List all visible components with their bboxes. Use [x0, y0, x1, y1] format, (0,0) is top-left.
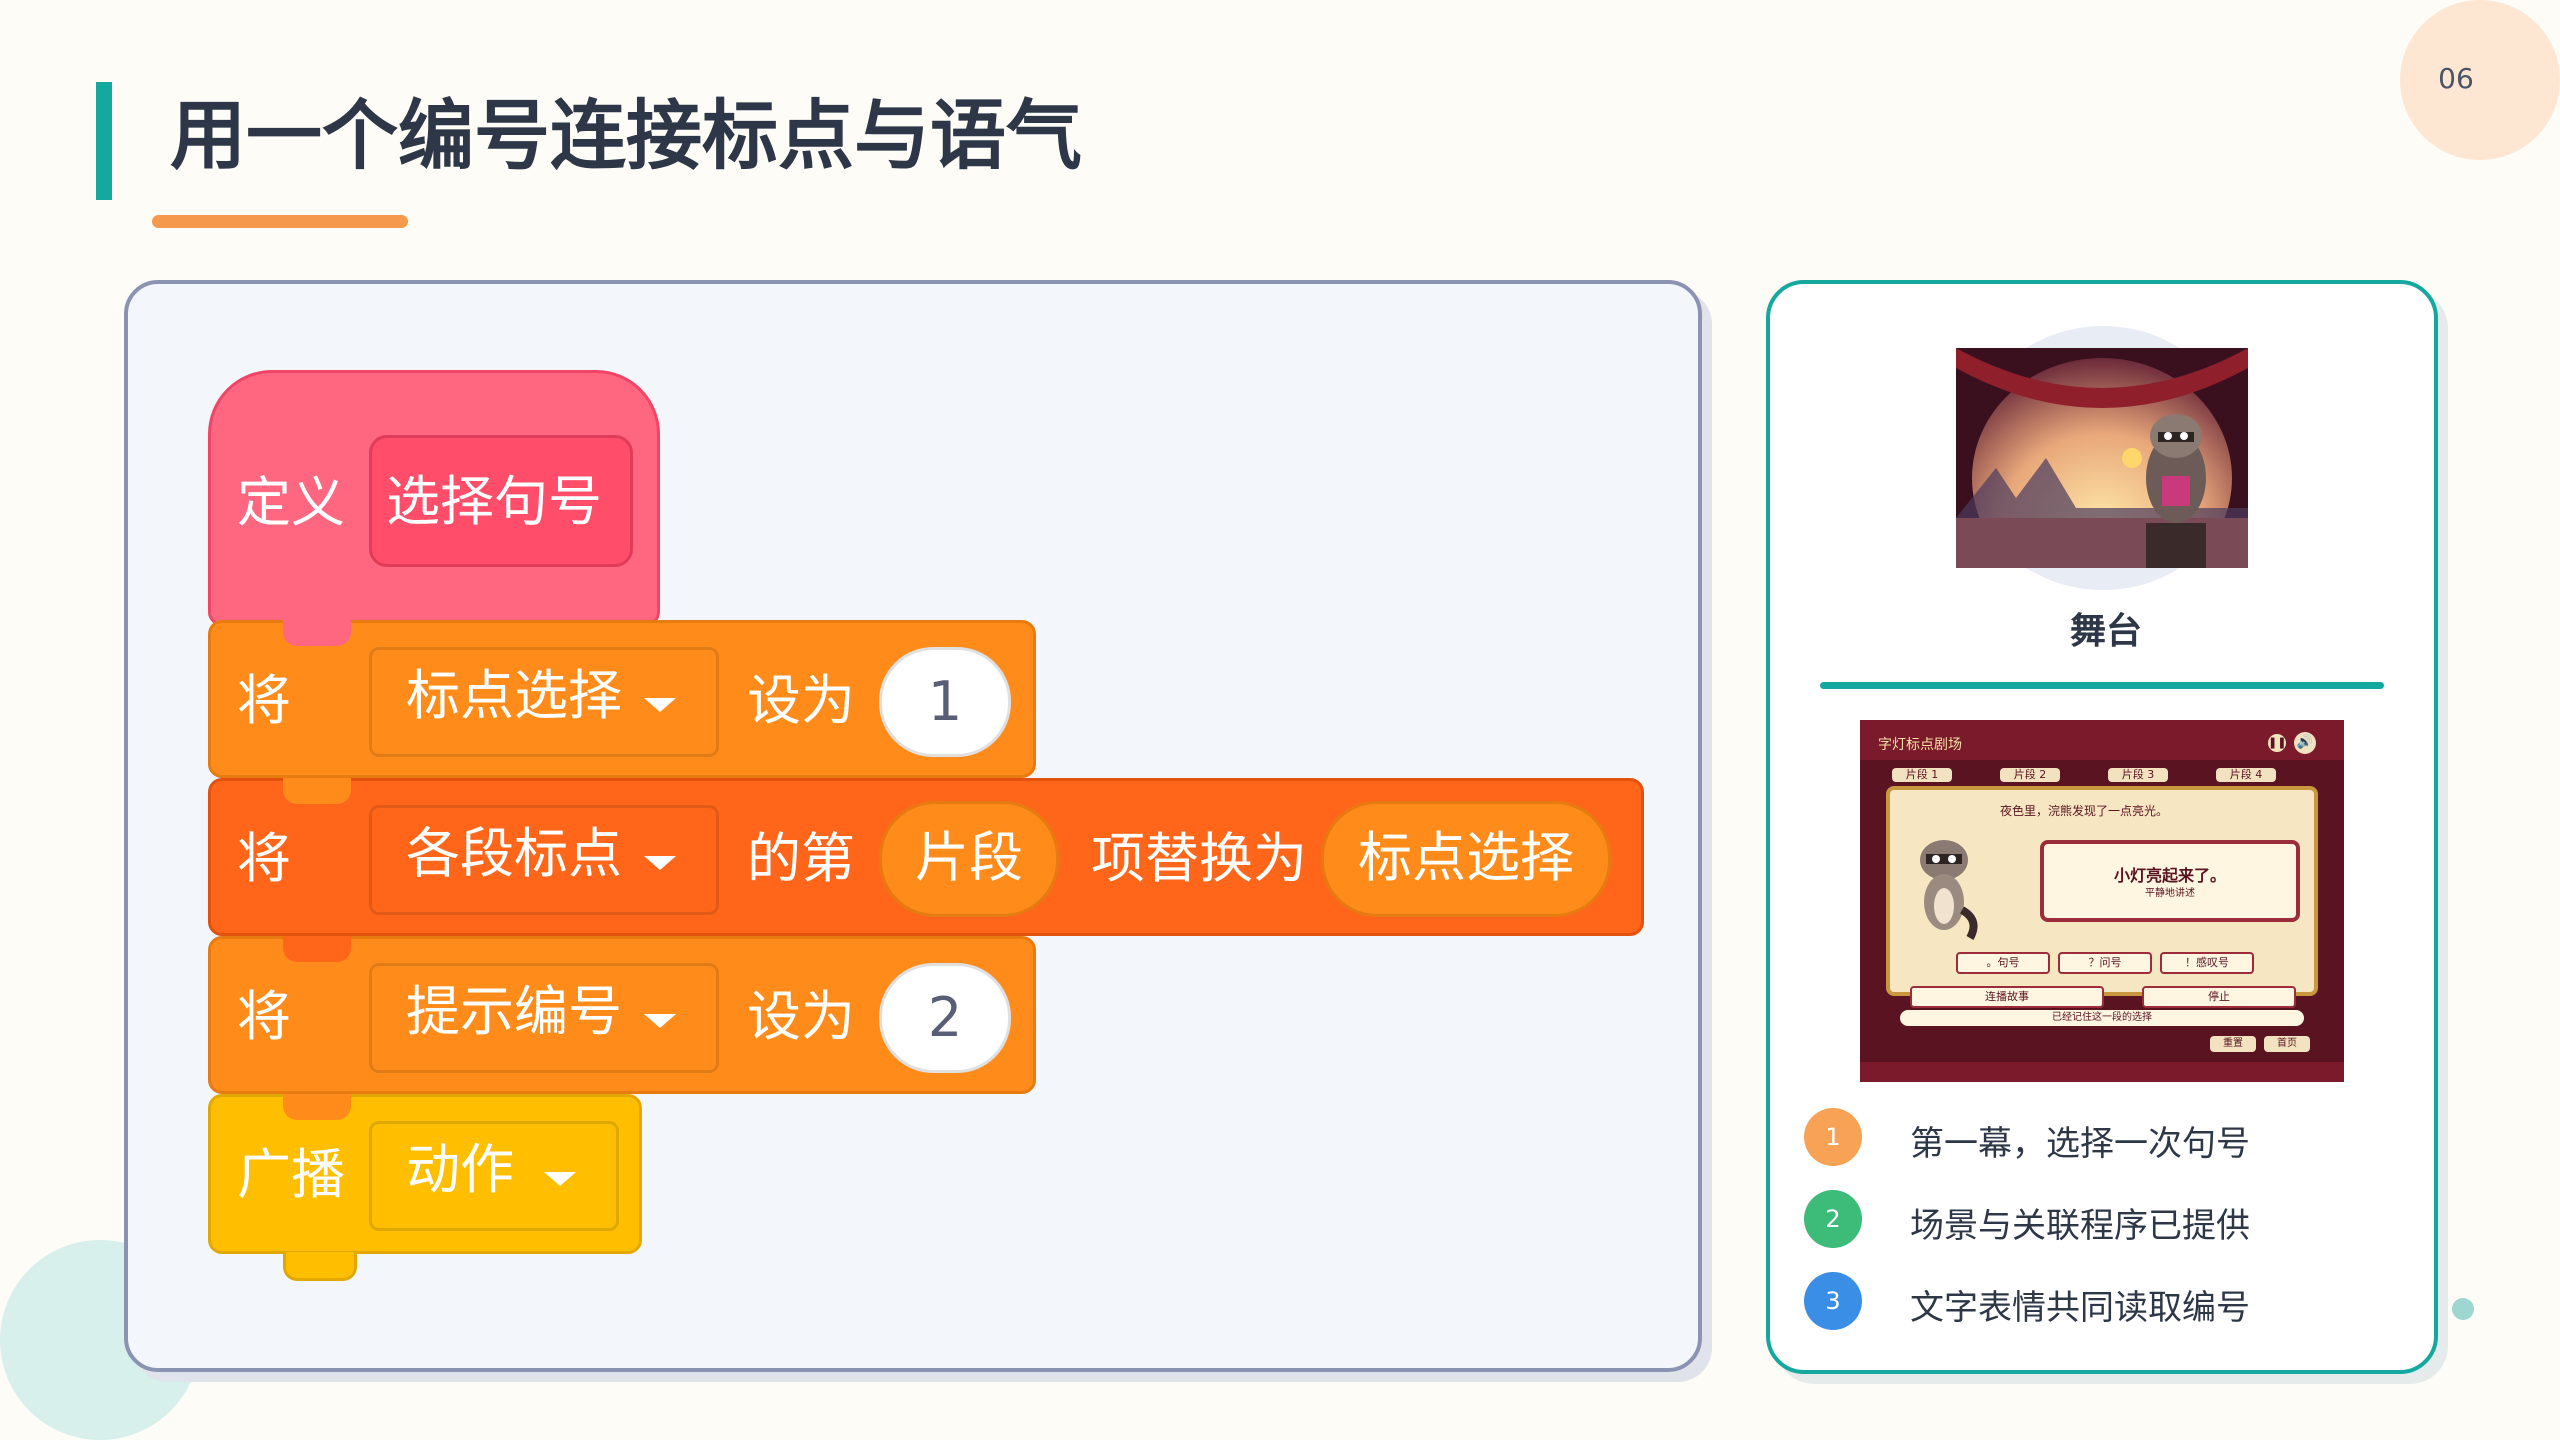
raccoon-lantern-scene-icon: [1956, 348, 2248, 568]
index-reporter[interactable]: 片段: [879, 801, 1059, 917]
play-story-button[interactable]: 连播故事: [1910, 986, 2104, 1008]
variable-name: 标点选择: [406, 664, 622, 727]
message-name: 动作: [406, 1138, 514, 1201]
title-accent-bar: [96, 82, 112, 200]
value-input[interactable]: 1: [879, 647, 1011, 757]
define-block[interactable]: 定义 选择句号: [208, 370, 660, 626]
set-to-label: 设为: [747, 985, 855, 1048]
broadcast-keyword: 广播: [237, 1143, 345, 1206]
step-number-badge: 1: [1804, 1108, 1862, 1166]
replace-label: 项替换为: [1091, 827, 1307, 890]
game-screen[interactable]: 字灯标点剧场 ❚❚ 🔊 片段 1 片段 2 片段 3 片段 4 夜色里，浣熊发现…: [1860, 720, 2344, 1082]
period-option-button[interactable]: 。句号: [1956, 952, 2050, 974]
game-tab[interactable]: 片段 1: [1892, 768, 1952, 782]
chevron-down-icon: [644, 698, 676, 712]
message-dropdown[interactable]: 动作: [369, 1121, 619, 1231]
page-number: 06: [2438, 62, 2474, 95]
block-notch: [283, 1094, 351, 1120]
chevron-down-icon: [544, 1172, 576, 1186]
page-title: 用一个编号连接标点与语气: [170, 91, 1082, 180]
chevron-down-icon: [644, 1014, 676, 1028]
define-name: 选择句号: [386, 470, 602, 533]
volume-icon[interactable]: 🔊: [2294, 732, 2316, 754]
replace-verb: 将: [237, 827, 291, 890]
game-tab[interactable]: 片段 4: [2216, 768, 2276, 782]
stop-button[interactable]: 停止: [2142, 986, 2296, 1008]
set-to-label: 设为: [747, 669, 855, 732]
decorative-dot: [2452, 1298, 2474, 1320]
set-verb: 将: [237, 985, 291, 1048]
stage-thumbnail[interactable]: [1956, 348, 2248, 568]
game-bottom-border: [1860, 1062, 2344, 1082]
block-notch: [283, 620, 351, 646]
game-title: 字灯标点剧场: [1878, 737, 1962, 753]
title-underline: [152, 215, 408, 228]
block-bottom-notch: [283, 1252, 357, 1281]
define-keyword: 定义: [237, 471, 345, 534]
raccoon-character-icon: [1920, 840, 1978, 940]
home-button[interactable]: 首页: [2264, 1036, 2310, 1052]
tone-text: 平静地讲述: [2145, 888, 2195, 899]
pause-icon[interactable]: ❚❚: [2268, 734, 2286, 752]
step-text: 文字表情共同读取编号: [1910, 1288, 2250, 1328]
step-number-badge: 3: [1804, 1272, 1862, 1330]
of-label: 的第: [747, 827, 855, 890]
step-text: 第一幕，选择一次句号: [1910, 1124, 2250, 1164]
value-text: 2: [927, 986, 963, 1049]
list-dropdown[interactable]: 各段标点: [369, 805, 719, 915]
exclaim-option-button[interactable]: ！感叹号: [2160, 952, 2254, 974]
replace-list-item-block[interactable]: 将 各段标点 的第 片段 项替换为 标点选择: [208, 778, 1644, 936]
value-reporter[interactable]: 标点选择: [1321, 801, 1611, 917]
broadcast-block[interactable]: 广播 动作: [208, 1094, 642, 1281]
index-text: 片段: [915, 826, 1023, 889]
variable-name: 提示编号: [406, 980, 622, 1043]
block-notch: [283, 778, 351, 804]
reset-button[interactable]: 重置: [2210, 1036, 2256, 1052]
value-reporter-text: 标点选择: [1358, 826, 1574, 889]
step-text: 场景与关联程序已提供: [1910, 1206, 2250, 1246]
chevron-down-icon: [644, 856, 676, 870]
step-number-badge: 2: [1804, 1190, 1862, 1248]
story-line: 夜色里，浣熊发现了一点亮光。: [2000, 804, 2169, 818]
list-name: 各段标点: [406, 822, 622, 885]
game-tab[interactable]: 片段 3: [2108, 768, 2168, 782]
status-bar: 已经记住这一段的选择: [1900, 1010, 2304, 1026]
set-variable-block[interactable]: 将 标点选择 设为 1: [208, 620, 1036, 778]
stage-divider: [1820, 682, 2384, 689]
stage-label: 舞台: [2070, 611, 2143, 652]
value-text: 1: [927, 670, 963, 733]
variable-dropdown[interactable]: 标点选择: [369, 647, 719, 757]
block-notch: [283, 936, 351, 962]
set-variable-block[interactable]: 将 提示编号 设为 2: [208, 936, 1036, 1094]
sentence-text: 小灯亮起来了。: [2113, 866, 2226, 885]
game-tab[interactable]: 片段 2: [2000, 768, 2060, 782]
variable-dropdown[interactable]: 提示编号: [369, 963, 719, 1073]
value-input[interactable]: 2: [879, 963, 1011, 1073]
question-option-button[interactable]: ？问号: [2058, 952, 2152, 974]
define-name-slot[interactable]: 选择句号: [369, 435, 633, 567]
set-verb: 将: [237, 669, 291, 732]
